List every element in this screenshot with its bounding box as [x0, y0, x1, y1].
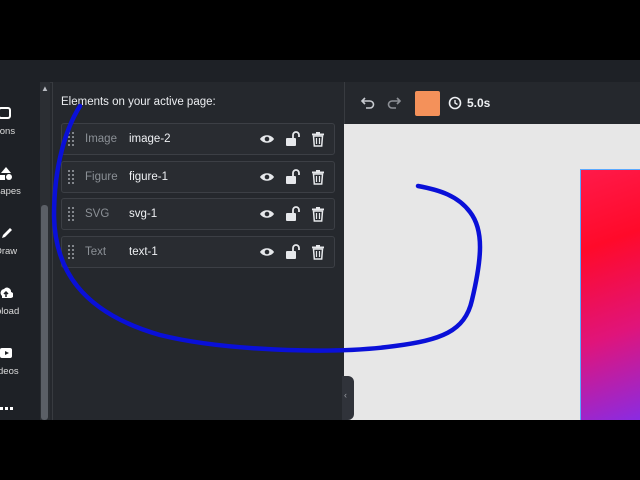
layer-row[interactable]: Image image-2 — [61, 123, 335, 155]
visibility-eye-icon[interactable] — [259, 131, 275, 147]
trash-icon[interactable] — [310, 206, 326, 222]
layer-type: Text — [85, 245, 107, 258]
sidebar: cons hapes Draw pload — [0, 82, 40, 420]
layer-type: Figure — [85, 170, 118, 183]
trash-icon[interactable] — [310, 169, 326, 185]
chevron-left-icon: ‹ — [344, 390, 347, 400]
unlock-icon[interactable] — [284, 206, 300, 222]
sidebar-item-more[interactable] — [0, 404, 40, 420]
elements-panel: Elements on your active page: Image image… — [52, 82, 344, 420]
sidebar-item-label: Draw — [0, 246, 18, 257]
drag-handle-icon[interactable] — [68, 244, 76, 259]
editor-toolbar: 5.0s — [344, 82, 640, 124]
drag-handle-icon[interactable] — [68, 207, 76, 221]
drag-handle-icon[interactable] — [68, 169, 76, 184]
drag-handle-icon[interactable] — [68, 132, 76, 146]
sidebar-item-label: cons — [0, 126, 16, 137]
scroll-up-arrow-icon[interactable]: ▲ — [41, 84, 49, 93]
undo-icon[interactable] — [360, 95, 376, 111]
scrollbar-thumb[interactable] — [41, 205, 48, 420]
layer-type: Image — [85, 133, 117, 145]
unlock-icon[interactable] — [284, 131, 300, 147]
top-bar — [0, 60, 640, 83]
trash-icon[interactable] — [310, 131, 326, 147]
sidebar-item-upload[interactable]: pload — [0, 286, 40, 336]
color-swatch[interactable] — [415, 91, 440, 116]
clock-icon — [448, 96, 462, 110]
unlock-icon[interactable] — [284, 168, 300, 185]
icons-icon — [0, 107, 11, 119]
sidebar-item-label: deos — [0, 366, 19, 377]
duration-label[interactable]: 5.0s — [467, 96, 490, 110]
sidebar-item-icons[interactable]: cons — [0, 106, 40, 156]
sidebar-item-label: pload — [0, 306, 20, 317]
layer-name[interactable]: svg-1 — [129, 208, 157, 220]
panel-title: Elements on your active page: — [61, 96, 216, 108]
trash-icon[interactable] — [310, 244, 326, 260]
visibility-eye-icon[interactable] — [259, 206, 275, 222]
visibility-eye-icon[interactable] — [259, 244, 275, 260]
unlock-icon[interactable] — [284, 243, 300, 260]
videos-icon — [0, 348, 12, 358]
layer-name[interactable]: image-2 — [129, 133, 171, 145]
layer-row[interactable]: Text text-1 — [61, 235, 335, 268]
sidebar-item-label: hapes — [0, 186, 21, 197]
sidebar-item-videos[interactable]: deos — [0, 346, 40, 396]
app-window: cons hapes Draw pload — [0, 60, 640, 420]
sidebar-item-draw[interactable]: Draw — [0, 226, 40, 276]
upload-icon — [0, 287, 13, 299]
layer-type: SVG — [85, 208, 110, 220]
sidebar-item-shapes[interactable]: hapes — [0, 166, 40, 216]
layer-name[interactable]: text-1 — [129, 246, 158, 258]
layer-name[interactable]: figure-1 — [129, 171, 168, 183]
artboard-page[interactable] — [580, 169, 640, 420]
collapse-panel-button[interactable]: ‹ — [342, 376, 354, 420]
layer-row[interactable]: Figure figure-1 — [61, 160, 335, 193]
redo-icon[interactable] — [386, 95, 402, 111]
shapes-icon — [0, 167, 12, 180]
draw-icon — [2, 228, 12, 238]
grid-icon — [0, 407, 13, 410]
visibility-eye-icon[interactable] — [259, 169, 275, 185]
layer-row[interactable]: SVG svg-1 — [61, 198, 335, 230]
